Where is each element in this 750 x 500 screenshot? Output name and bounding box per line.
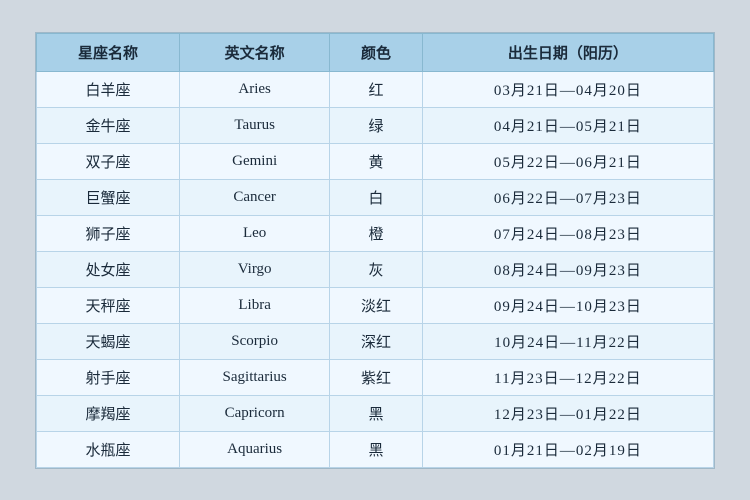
cell-color: 绿 [330, 107, 423, 143]
cell-english-name: Virgo [180, 251, 330, 287]
cell-chinese-name: 白羊座 [37, 71, 180, 107]
cell-chinese-name: 金牛座 [37, 107, 180, 143]
cell-dates: 12月23日—01月22日 [422, 395, 713, 431]
table-row: 巨蟹座Cancer白06月22日—07月23日 [37, 179, 714, 215]
cell-english-name: Scorpio [180, 323, 330, 359]
cell-chinese-name: 水瓶座 [37, 431, 180, 467]
cell-dates: 10月24日—11月22日 [422, 323, 713, 359]
cell-english-name: Sagittarius [180, 359, 330, 395]
table-row: 处女座Virgo灰08月24日—09月23日 [37, 251, 714, 287]
zodiac-table: 星座名称 英文名称 颜色 出生日期（阳历） 白羊座Aries红03月21日—04… [36, 33, 714, 468]
cell-color: 橙 [330, 215, 423, 251]
table-row: 摩羯座Capricorn黑12月23日—01月22日 [37, 395, 714, 431]
cell-color: 白 [330, 179, 423, 215]
table-body: 白羊座Aries红03月21日—04月20日金牛座Taurus绿04月21日—0… [37, 71, 714, 467]
cell-color: 黄 [330, 143, 423, 179]
cell-color: 灰 [330, 251, 423, 287]
cell-color: 深红 [330, 323, 423, 359]
table-row: 天蝎座Scorpio深红10月24日—11月22日 [37, 323, 714, 359]
cell-dates: 01月21日—02月19日 [422, 431, 713, 467]
cell-dates: 11月23日—12月22日 [422, 359, 713, 395]
header-chinese-name: 星座名称 [37, 33, 180, 71]
cell-english-name: Libra [180, 287, 330, 323]
cell-chinese-name: 摩羯座 [37, 395, 180, 431]
cell-english-name: Capricorn [180, 395, 330, 431]
cell-english-name: Gemini [180, 143, 330, 179]
cell-color: 黑 [330, 395, 423, 431]
cell-dates: 04月21日—05月21日 [422, 107, 713, 143]
zodiac-table-container: 星座名称 英文名称 颜色 出生日期（阳历） 白羊座Aries红03月21日—04… [35, 32, 715, 469]
cell-color: 紫红 [330, 359, 423, 395]
cell-chinese-name: 双子座 [37, 143, 180, 179]
cell-dates: 06月22日—07月23日 [422, 179, 713, 215]
cell-dates: 08月24日—09月23日 [422, 251, 713, 287]
header-color: 颜色 [330, 33, 423, 71]
cell-english-name: Aquarius [180, 431, 330, 467]
cell-english-name: Aries [180, 71, 330, 107]
cell-chinese-name: 天秤座 [37, 287, 180, 323]
header-english-name: 英文名称 [180, 33, 330, 71]
cell-chinese-name: 巨蟹座 [37, 179, 180, 215]
cell-english-name: Cancer [180, 179, 330, 215]
cell-dates: 03月21日—04月20日 [422, 71, 713, 107]
cell-dates: 07月24日—08月23日 [422, 215, 713, 251]
cell-chinese-name: 天蝎座 [37, 323, 180, 359]
table-row: 狮子座Leo橙07月24日—08月23日 [37, 215, 714, 251]
table-row: 水瓶座Aquarius黑01月21日—02月19日 [37, 431, 714, 467]
table-row: 白羊座Aries红03月21日—04月20日 [37, 71, 714, 107]
table-row: 射手座Sagittarius紫红11月23日—12月22日 [37, 359, 714, 395]
table-row: 双子座Gemini黄05月22日—06月21日 [37, 143, 714, 179]
table-row: 天秤座Libra淡红09月24日—10月23日 [37, 287, 714, 323]
table-header-row: 星座名称 英文名称 颜色 出生日期（阳历） [37, 33, 714, 71]
cell-chinese-name: 狮子座 [37, 215, 180, 251]
cell-chinese-name: 处女座 [37, 251, 180, 287]
cell-english-name: Taurus [180, 107, 330, 143]
table-row: 金牛座Taurus绿04月21日—05月21日 [37, 107, 714, 143]
cell-chinese-name: 射手座 [37, 359, 180, 395]
header-birthdate: 出生日期（阳历） [422, 33, 713, 71]
cell-english-name: Leo [180, 215, 330, 251]
cell-dates: 09月24日—10月23日 [422, 287, 713, 323]
cell-color: 红 [330, 71, 423, 107]
cell-dates: 05月22日—06月21日 [422, 143, 713, 179]
cell-color: 黑 [330, 431, 423, 467]
cell-color: 淡红 [330, 287, 423, 323]
